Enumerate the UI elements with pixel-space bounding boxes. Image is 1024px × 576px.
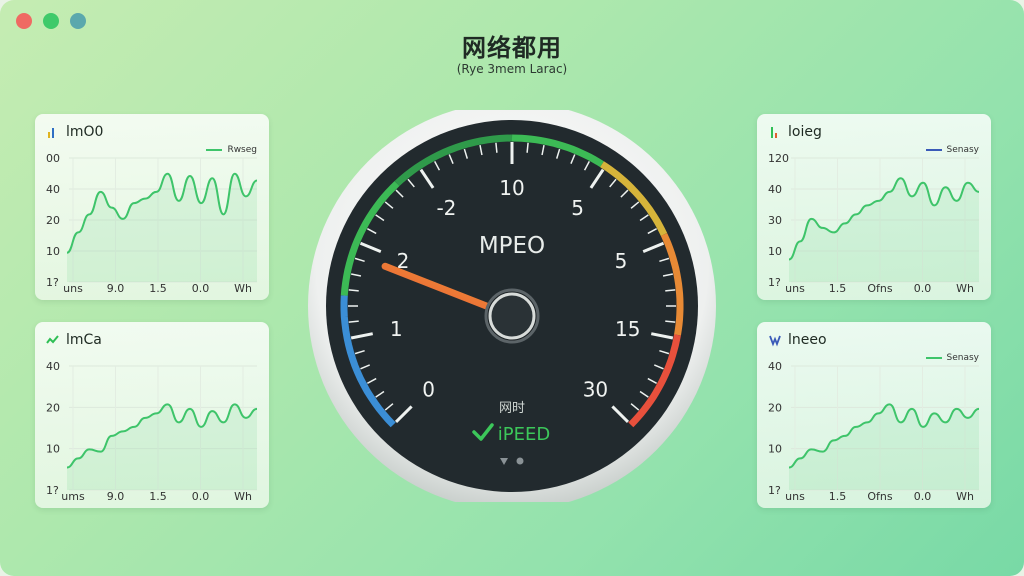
x-tick-label: Wh <box>956 490 974 503</box>
legend-label: Senasy <box>946 353 979 363</box>
y-tick-label: 10 <box>768 443 782 456</box>
chart-panel-top-left[interactable]: 00 40 20 10 1? uns 9.0 1.5 0.0 Wh lmO0 Rwseg <box>35 114 269 300</box>
y-tick-label: 40 <box>46 183 60 196</box>
gauge-scale-label: 1 <box>390 317 403 341</box>
legend-label: Senasy <box>946 145 979 155</box>
chart-panel-bottom-left[interactable]: 40 20 10 1? ums 9.0 1.5 0.0 Wh lmCa <box>35 322 269 508</box>
chart-panel-bottom-right[interactable]: 40 20 10 1? uns 1.5 Ofns 0.0 Wh lneeo Senasy <box>757 322 991 508</box>
y-tick-label: 20 <box>768 401 782 414</box>
x-tick-label: 1.5 <box>149 282 167 295</box>
series-area <box>67 173 257 282</box>
x-tick-label: 0.0 <box>192 282 210 295</box>
x-tick-label: 1.5 <box>149 490 167 503</box>
legend-label: Rwseg <box>227 145 257 155</box>
speed-gauge[interactable]: 0 1 2 -2 10 5 5 15 30 MPEO 网时 iPEED <box>306 110 718 502</box>
gauge-sub-label: 网时 <box>499 401 525 416</box>
panel-title: lmCa <box>66 332 102 348</box>
minor-tick <box>665 320 676 323</box>
bar-chart-icon <box>48 128 54 138</box>
x-tick-label: 1.5 <box>829 490 847 503</box>
gauge-scale-label: 15 <box>615 317 640 341</box>
y-tick-label: 20 <box>46 401 60 414</box>
y-tick-label: 1? <box>46 276 59 289</box>
page-dot-icon[interactable] <box>516 457 524 465</box>
x-tick-label: Wh <box>234 282 252 295</box>
signal-icon <box>771 127 777 138</box>
line-chart: 40 20 10 1? ums 9.0 1.5 0.0 Wh <box>46 360 258 503</box>
x-tick-label: Wh <box>234 490 252 503</box>
gauge-center-label: MPEO <box>479 233 545 259</box>
line-chart: 00 40 20 10 1? uns 9.0 1.5 0.0 Wh <box>46 152 258 295</box>
wifi-icon <box>769 335 781 347</box>
minor-tick <box>526 142 529 153</box>
y-tick-label: 10 <box>46 245 60 258</box>
gauge-scale-label: 10 <box>499 176 524 200</box>
x-tick-label: uns <box>785 282 805 295</box>
panel-title: loieg <box>788 124 822 140</box>
legend-swatch <box>925 357 942 359</box>
chart-legend: Senasy <box>925 145 979 155</box>
minor-tick <box>665 289 676 292</box>
gauge-dial: 012-210551530 MPEO 网时 iPEED <box>308 110 716 502</box>
gauge-scale-label: -2 <box>436 196 456 220</box>
minor-tick <box>495 142 498 153</box>
y-tick-label: 40 <box>46 360 60 373</box>
gauge-hub <box>488 292 536 340</box>
x-tick-label: 0.0 <box>914 490 932 503</box>
x-tick-label: 1.5 <box>829 282 847 295</box>
panel-title: lmO0 <box>66 124 104 140</box>
legend-swatch <box>206 149 223 151</box>
x-tick-label: Wh <box>956 282 974 295</box>
gauge-scale-label: 5 <box>615 249 628 273</box>
close-window-button[interactable] <box>16 13 32 29</box>
y-tick-label: 1? <box>768 484 781 497</box>
panel-title: lneeo <box>788 332 827 348</box>
minimize-window-button[interactable] <box>70 13 86 29</box>
x-tick-label: uns <box>785 490 805 503</box>
x-tick-label: ums <box>61 490 85 503</box>
y-tick-label: 1? <box>768 276 781 289</box>
y-tick-label: 40 <box>768 183 782 196</box>
x-tick-label: 9.0 <box>107 490 125 503</box>
x-tick-label: uns <box>63 282 83 295</box>
chart-legend: Senasy <box>925 353 979 363</box>
x-tick-label: 9.0 <box>107 282 125 295</box>
y-tick-label: 00 <box>46 152 60 165</box>
x-tick-label: Ofns <box>867 490 893 503</box>
trend-icon <box>46 335 59 344</box>
x-tick-label: 0.0 <box>192 490 210 503</box>
chart-legend: Rwseg <box>206 145 257 155</box>
y-tick-label: 10 <box>46 443 60 456</box>
window-controls <box>16 13 86 29</box>
y-tick-label: 20 <box>46 214 60 227</box>
page-subtitle: (Rye 3mem Larac) <box>456 62 568 76</box>
gauge-status-text: iPEED <box>498 424 550 445</box>
chart-panel-top-right[interactable]: 120 40 30 10 1? uns 1.5 Ofns 0.0 Wh loieg Senasy <box>757 114 991 300</box>
line-chart: 120 40 30 10 1? uns 1.5 Ofns 0.0 Wh <box>768 152 980 295</box>
legend-swatch <box>925 149 942 151</box>
line-chart: 40 20 10 1? uns 1.5 Ofns 0.0 Wh <box>768 360 980 503</box>
y-tick-label: 40 <box>768 360 782 373</box>
y-tick-label: 1? <box>46 484 59 497</box>
y-tick-label: 10 <box>768 245 782 258</box>
minor-tick <box>348 320 359 323</box>
page-title: 网络都用 <box>462 34 562 62</box>
y-tick-label: 30 <box>768 214 782 227</box>
y-tick-label: 120 <box>768 152 789 165</box>
x-tick-label: 0.0 <box>914 282 932 295</box>
gauge-scale-label: 30 <box>583 377 608 401</box>
maximize-window-button[interactable] <box>43 13 59 29</box>
x-tick-label: Ofns <box>867 282 893 295</box>
app-window: 网络都用 (Rye 3mem Larac) 00 40 20 10 1? uns 9.0 1.… <box>0 0 1024 576</box>
gauge-scale-label: 5 <box>571 196 584 220</box>
minor-tick <box>348 289 359 292</box>
gauge-scale-label: 0 <box>422 377 435 401</box>
